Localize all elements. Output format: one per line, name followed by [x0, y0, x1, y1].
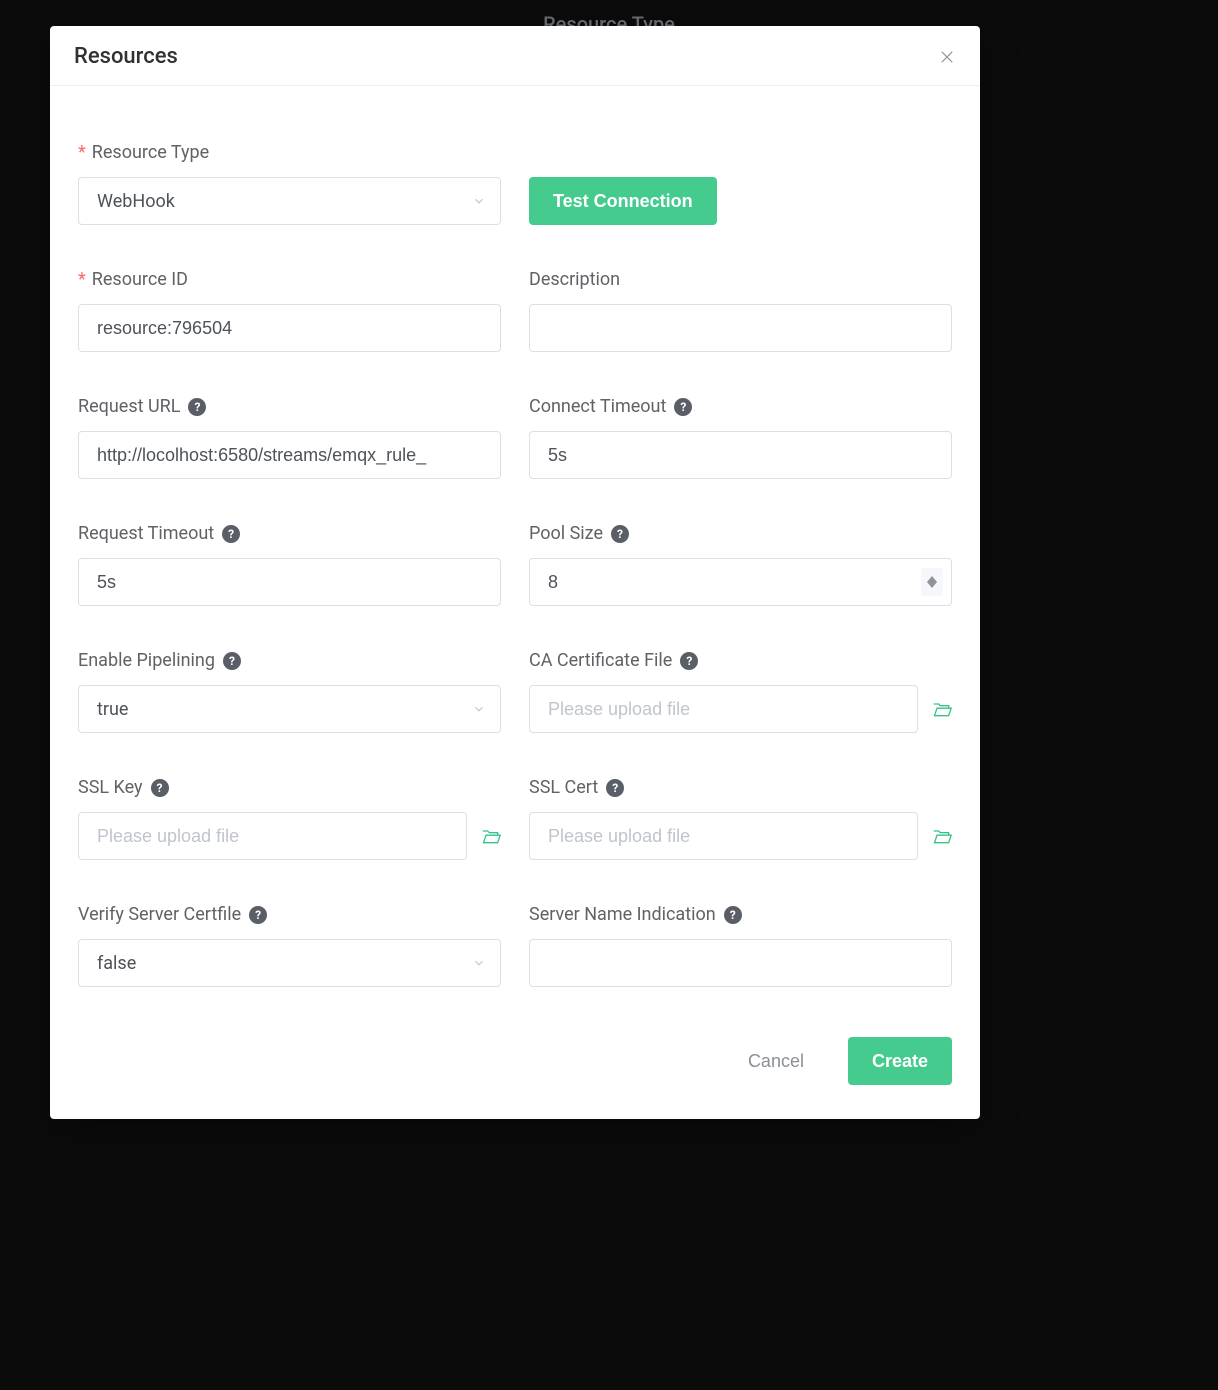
- ca-certificate-file-label: CA Certificate File: [529, 650, 672, 671]
- field-request-url: Request URL ?: [78, 396, 501, 479]
- help-icon[interactable]: ?: [188, 398, 206, 416]
- chevron-down-icon: [472, 702, 486, 716]
- connect-timeout-input[interactable]: [548, 445, 933, 466]
- resource-id-label: Resource ID: [92, 269, 188, 290]
- field-ca-certificate-file: CA Certificate File ?: [529, 650, 952, 733]
- folder-open-icon[interactable]: [932, 700, 952, 718]
- request-url-input[interactable]: [97, 445, 482, 466]
- chevron-down-icon: [472, 194, 486, 208]
- help-icon[interactable]: ?: [222, 525, 240, 543]
- resources-dialog: Resources * Resource Type WebHook Test C…: [50, 26, 980, 1119]
- help-icon[interactable]: ?: [680, 652, 698, 670]
- resource-type-select[interactable]: WebHook: [78, 177, 501, 225]
- connect-timeout-label: Connect Timeout: [529, 396, 666, 417]
- request-timeout-label: Request Timeout: [78, 523, 214, 544]
- create-button[interactable]: Create: [848, 1037, 952, 1085]
- field-pool-size: Pool Size ?: [529, 523, 952, 606]
- verify-server-certfile-label: Verify Server Certfile: [78, 904, 241, 925]
- dialog-header: Resources: [50, 26, 980, 86]
- help-icon[interactable]: ?: [724, 906, 742, 924]
- description-label: Description: [529, 269, 620, 290]
- required-marker: *: [78, 269, 86, 290]
- help-icon[interactable]: ?: [611, 525, 629, 543]
- help-icon[interactable]: ?: [249, 906, 267, 924]
- resource-id-input[interactable]: [97, 318, 482, 339]
- dialog-footer: Cancel Create: [50, 997, 980, 1089]
- field-verify-server-certfile: Verify Server Certfile ? false: [78, 904, 501, 987]
- resource-type-label: Resource Type: [92, 142, 209, 163]
- field-enable-pipelining: Enable Pipelining ? true: [78, 650, 501, 733]
- pool-size-input[interactable]: [548, 572, 933, 593]
- field-test-connection: Test Connection: [529, 142, 952, 225]
- description-input[interactable]: [548, 318, 933, 339]
- chevron-down-icon: [472, 956, 486, 970]
- resource-type-value: WebHook: [97, 191, 175, 212]
- stepper-down-icon: [927, 582, 937, 588]
- number-stepper[interactable]: [921, 568, 943, 596]
- pool-size-label: Pool Size: [529, 523, 603, 544]
- folder-open-icon[interactable]: [932, 827, 952, 845]
- verify-server-certfile-select[interactable]: false: [78, 939, 501, 987]
- ssl-cert-input[interactable]: [548, 826, 899, 847]
- field-ssl-key: SSL Key ?: [78, 777, 501, 860]
- field-resource-id: * Resource ID: [78, 269, 501, 352]
- help-icon[interactable]: ?: [223, 652, 241, 670]
- cancel-button[interactable]: Cancel: [724, 1037, 828, 1085]
- ssl-cert-label: SSL Cert: [529, 777, 598, 798]
- field-connect-timeout: Connect Timeout ?: [529, 396, 952, 479]
- field-server-name-indication: Server Name Indication ?: [529, 904, 952, 987]
- test-connection-button[interactable]: Test Connection: [529, 177, 717, 225]
- verify-server-certfile-value: false: [97, 953, 136, 974]
- enable-pipelining-select[interactable]: true: [78, 685, 501, 733]
- request-url-label: Request URL: [78, 396, 180, 417]
- help-icon[interactable]: ?: [606, 779, 624, 797]
- help-icon[interactable]: ?: [151, 779, 169, 797]
- server-name-indication-label: Server Name Indication: [529, 904, 716, 925]
- required-marker: *: [78, 142, 86, 163]
- enable-pipelining-value: true: [97, 699, 128, 720]
- enable-pipelining-label: Enable Pipelining: [78, 650, 215, 671]
- field-description: Description: [529, 269, 952, 352]
- field-ssl-cert: SSL Cert ?: [529, 777, 952, 860]
- dialog-title: Resources: [74, 44, 178, 69]
- ssl-key-label: SSL Key: [78, 777, 143, 798]
- field-request-timeout: Request Timeout ?: [78, 523, 501, 606]
- server-name-indication-input[interactable]: [548, 953, 933, 974]
- close-icon[interactable]: [938, 48, 956, 66]
- help-icon[interactable]: ?: [674, 398, 692, 416]
- dialog-body: * Resource Type WebHook Test Connection …: [50, 86, 980, 997]
- ssl-key-input[interactable]: [97, 826, 448, 847]
- request-timeout-input[interactable]: [97, 572, 482, 593]
- field-resource-type: * Resource Type WebHook: [78, 142, 501, 225]
- ca-certificate-file-input[interactable]: [548, 699, 899, 720]
- folder-open-icon[interactable]: [481, 827, 501, 845]
